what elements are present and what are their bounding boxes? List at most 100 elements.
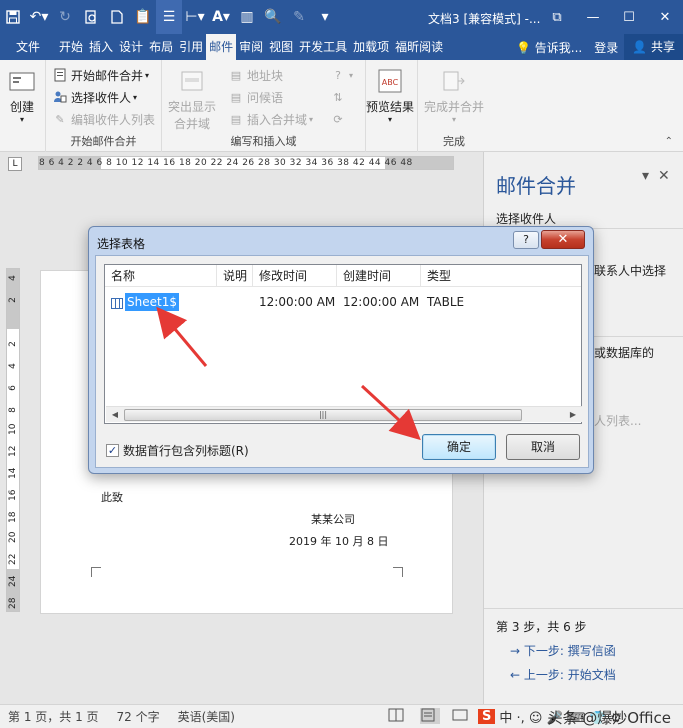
insert-merge-field-button[interactable]: ▤ 插入合并域 ▾	[228, 109, 313, 129]
col-modified[interactable]: 修改时间	[253, 265, 337, 287]
tab-insert[interactable]: 插入	[86, 34, 116, 60]
insert-field-icon: ▤	[230, 112, 242, 126]
tab-developer[interactable]: 开发工具	[296, 34, 350, 60]
ok-button[interactable]: 确定	[422, 434, 496, 460]
edit-recipients-button[interactable]: ✎ 编辑收件人列表	[52, 109, 155, 129]
pane-fragment-3[interactable]: 人列表...	[594, 412, 641, 429]
undo-icon[interactable]: ↶▾	[26, 0, 52, 34]
vertical-ruler[interactable]: 4 2 2 4 6 8 10 12 14 16 18 20 22 24 28	[6, 268, 20, 612]
web-layout-icon[interactable]	[452, 708, 472, 724]
maximize-icon[interactable]: ☐	[611, 0, 647, 34]
rules-button[interactable]: ? ▾	[330, 65, 353, 85]
table-row[interactable]: Sheet1$ 12:00:00 AM 12:00:00 AM TABLE	[105, 293, 581, 311]
ribbon-display-icon[interactable]: ⧉	[539, 0, 575, 34]
group-label: 编写和插入域	[230, 135, 297, 148]
new-document-icon[interactable]	[104, 0, 130, 34]
minimize-icon[interactable]: —	[575, 0, 611, 34]
close-icon[interactable]: ✕	[647, 0, 683, 34]
tab-addins[interactable]: 加载项	[350, 34, 392, 60]
next-step-link[interactable]: → 下一步: 撰写信函	[510, 642, 616, 659]
start-mail-merge-button[interactable]: 开始邮件合并 ▾	[52, 65, 149, 85]
scroll-right-icon[interactable]: ▶	[566, 409, 580, 421]
tell-me-search[interactable]: 💡 告诉我...	[510, 39, 588, 56]
tab-file[interactable]: 文件	[0, 34, 56, 60]
read-mode-icon[interactable]	[388, 708, 408, 724]
next-step-label: 下一步: 撰写信函	[523, 644, 616, 658]
row-name: Sheet1$	[125, 293, 179, 311]
tab-foxit[interactable]: 福昕阅读	[392, 34, 446, 60]
page-count[interactable]: 第 1 页，共 1 页	[8, 708, 99, 725]
list-header: 名称 说明 修改时间 创建时间 类型	[105, 265, 581, 287]
address-block-button[interactable]: ▤ 地址块	[228, 65, 283, 85]
select-recipients-button[interactable]: 选择收件人 ▾	[52, 87, 137, 107]
insert-merge-field-label: 插入合并域	[247, 112, 308, 127]
group-create: 创建 ▾	[0, 60, 46, 152]
cancel-button[interactable]: 取消	[506, 434, 580, 460]
match-fields-button[interactable]: ⇅	[330, 87, 349, 107]
crop-mark	[91, 567, 101, 577]
format-icon[interactable]: ⊢▾	[182, 0, 208, 34]
horizontal-scrollbar[interactable]: ◀ ||| ▶	[106, 406, 582, 422]
step-indicator: 第 3 步，共 6 步	[496, 620, 587, 634]
table-list[interactable]: 名称 说明 修改时间 创建时间 类型 Sheet1$ 12:00:00 AM 1…	[104, 264, 582, 424]
pane-options-icon[interactable]: ▾	[642, 168, 649, 184]
select-recipients-heading: 选择收件人	[496, 212, 557, 226]
col-name[interactable]: 名称	[105, 265, 217, 287]
word-count[interactable]: 72 个字	[117, 708, 160, 725]
help-button[interactable]: ?	[513, 231, 539, 249]
title-bar: ↶▾ ↻ 📋 ☰ ⊢▾ A ▾ ▥ 🔍 ✎ ▾ 文档3 [兼容模式] -... ⧉…	[0, 0, 683, 34]
group-write-insert: 突出显示 合并域 ▤ 地址块 ▤ 问候语 ▤ 插入合并域 ▾ ? ▾ ⇅ ⟳ 编写和插入域	[162, 60, 366, 152]
header-row-checkbox[interactable]: ✓ 数据首行包含列标题(R)	[106, 442, 249, 459]
group-label: 开始邮件合并	[70, 135, 137, 148]
ruler-numbers: 8 6 4 2 2 4 6 8 10 12 14 16 18 20 22 24 …	[39, 158, 413, 168]
prev-step-link[interactable]: ← 上一步: 开始文档	[510, 666, 616, 683]
update-labels-icon: ⟳	[333, 112, 343, 126]
print-layout-icon[interactable]	[420, 708, 440, 724]
group-preview: ABC 预览结果 ▾	[366, 60, 418, 152]
tab-review[interactable]: 审阅	[236, 34, 266, 60]
horizontal-ruler-row: L 8 6 4 2 2 4 6 8 10 12 14 16 18 20 22 2…	[0, 152, 483, 174]
ribbon-tabs: 文件 开始 插入 设计 布局 引用 邮件 审阅 视图 开发工具 加载项 福昕阅读…	[0, 34, 683, 60]
update-labels-button[interactable]: ⟳	[330, 109, 349, 129]
customize-qa-icon[interactable]: ▾	[312, 0, 338, 34]
highlight-merge-fields-button[interactable]: 突出显示 合并域	[168, 66, 216, 132]
pane-close-icon[interactable]: ✕	[658, 168, 670, 184]
tab-home[interactable]: 开始	[56, 34, 86, 60]
share-button[interactable]: 👤 共享	[624, 34, 683, 60]
font-color-icon[interactable]: A ▾	[208, 0, 234, 34]
scroll-thumb[interactable]: |||	[124, 409, 522, 421]
tab-layout[interactable]: 布局	[146, 34, 176, 60]
save-icon[interactable]	[0, 0, 26, 34]
greeting-line-button[interactable]: ▤ 问候语	[228, 87, 283, 107]
collapse-ribbon-icon[interactable]: ⌃	[665, 136, 673, 147]
finish-merge-button[interactable]: 完成并合并 ▾	[424, 66, 484, 124]
date-text: 2019 年 10 月 8 日	[289, 535, 389, 548]
language[interactable]: 英语(美国)	[178, 708, 235, 725]
paragraph-icon[interactable]: ☰	[156, 0, 182, 34]
horizontal-ruler[interactable]: 8 6 4 2 2 4 6 8 10 12 14 16 18 20 22 24 …	[38, 156, 454, 170]
paste-icon[interactable]: 📋	[130, 0, 156, 34]
redo-icon[interactable]: ↻	[52, 0, 78, 34]
col-type[interactable]: 类型	[421, 265, 581, 287]
tab-mailings[interactable]: 邮件	[206, 34, 237, 60]
highlight-icon	[176, 66, 208, 96]
col-description[interactable]: 说明	[217, 265, 253, 287]
group-start-mail-merge: 开始邮件合并 ▾ 选择收件人 ▾ ✎ 编辑收件人列表 开始邮件合并	[46, 60, 162, 152]
col-created[interactable]: 创建时间	[337, 265, 421, 287]
dialog-close-button[interactable]: ✕	[541, 230, 585, 249]
create-button[interactable]: 创建 ▾	[6, 66, 38, 124]
tab-selector[interactable]: L	[8, 157, 22, 171]
find-icon[interactable]: 🔍	[260, 0, 286, 34]
envelope-icon	[6, 66, 38, 96]
print-preview-icon[interactable]	[78, 0, 104, 34]
checkbox-icon: ✓	[106, 444, 119, 457]
row-modified: 12:00:00 AM	[259, 295, 336, 309]
tab-design[interactable]: 设计	[116, 34, 146, 60]
compare-icon[interactable]: ▥	[234, 0, 260, 34]
login-button[interactable]: 登录	[588, 39, 624, 56]
tab-references[interactable]: 引用	[176, 34, 206, 60]
scroll-left-icon[interactable]: ◀	[108, 409, 122, 421]
preview-results-button[interactable]: ABC 预览结果 ▾	[366, 66, 414, 124]
tab-view[interactable]: 视图	[266, 34, 296, 60]
edit-icon[interactable]: ✎	[286, 0, 312, 34]
